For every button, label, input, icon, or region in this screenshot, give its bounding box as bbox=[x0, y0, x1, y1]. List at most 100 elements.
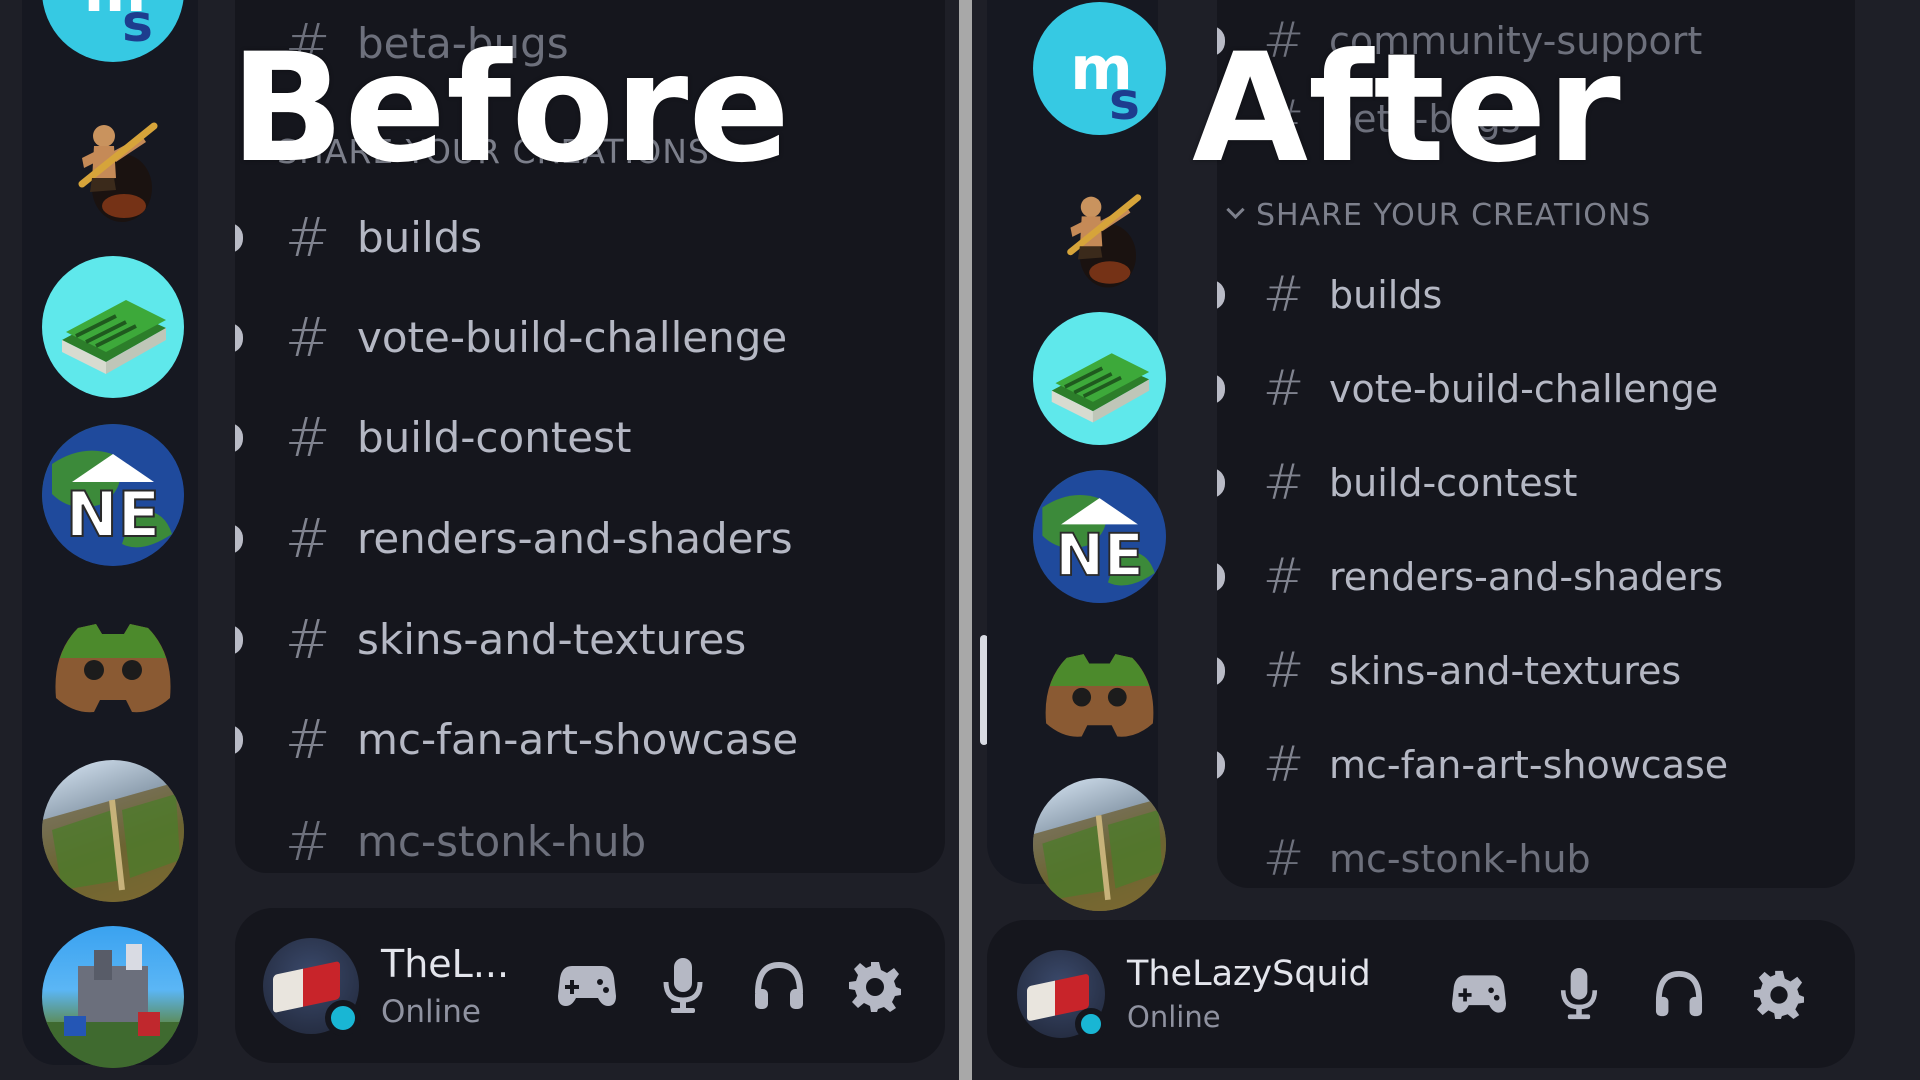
server-icon-ms[interactable]: m s bbox=[1033, 2, 1166, 135]
server-icon-book[interactable] bbox=[1033, 312, 1166, 445]
server-icon-castle[interactable] bbox=[42, 926, 184, 1068]
activity-button[interactable] bbox=[539, 938, 635, 1034]
unread-indicator bbox=[1217, 561, 1225, 592]
channel-build-contest[interactable]: # build-contest bbox=[235, 406, 632, 469]
channel-vote-build-challenge[interactable]: # vote-build-challenge bbox=[235, 306, 787, 369]
hash-icon: # bbox=[1263, 642, 1305, 699]
climber-icon bbox=[78, 122, 158, 222]
before-label: Before bbox=[230, 22, 791, 196]
svg-text:NE: NE bbox=[1055, 521, 1143, 589]
user-info[interactable]: TheL... Online bbox=[381, 942, 509, 1030]
before-panel: m s bbox=[0, 0, 959, 1080]
farm-icon bbox=[42, 780, 184, 902]
hash-icon: # bbox=[285, 507, 331, 570]
ne-logo-icon: NE bbox=[1033, 470, 1166, 603]
channel-name: mc-fan-art-showcase bbox=[357, 715, 799, 764]
channel-renders-and-shaders[interactable]: # renders-and-shaders bbox=[1217, 548, 1723, 605]
category-label: SHARE YOUR CREATIONS bbox=[1256, 198, 1652, 233]
mute-button[interactable] bbox=[1529, 944, 1629, 1044]
book-icon bbox=[1051, 353, 1150, 423]
hash-icon: # bbox=[285, 708, 331, 771]
avatar[interactable] bbox=[263, 937, 361, 1036]
status-online-icon bbox=[1075, 1008, 1107, 1040]
channel-vote-build-challenge[interactable]: # vote-build-challenge bbox=[1217, 360, 1718, 417]
discord-grass-icon bbox=[55, 624, 171, 713]
unread-indicator bbox=[1217, 279, 1225, 310]
gamepad-icon bbox=[1452, 975, 1506, 1013]
channel-mc-fan-art-showcase[interactable]: # mc-fan-art-showcase bbox=[235, 708, 798, 771]
user-panel: TheL... Online bbox=[235, 908, 945, 1063]
channel-mc-fan-art-showcase[interactable]: # mc-fan-art-showcase bbox=[1217, 736, 1728, 793]
settings-button[interactable] bbox=[1729, 944, 1829, 1044]
unread-indicator bbox=[235, 724, 243, 755]
hash-icon: # bbox=[285, 306, 331, 369]
unread-indicator bbox=[235, 322, 243, 353]
after-panel: m s NE After # community-support # beta-… bbox=[972, 0, 1920, 1080]
channel-name: mc-stonk-hub bbox=[1329, 836, 1591, 881]
channel-renders-and-shaders[interactable]: # renders-and-shaders bbox=[235, 507, 793, 570]
server-icon-farm[interactable] bbox=[1033, 778, 1166, 911]
hash-icon: # bbox=[1263, 548, 1305, 605]
server-icon-discord-grass[interactable] bbox=[42, 594, 184, 736]
hash-icon: # bbox=[285, 406, 331, 469]
channel-builds[interactable]: # builds bbox=[1217, 266, 1442, 323]
after-label: After bbox=[1192, 22, 1621, 196]
server-icon-book[interactable] bbox=[42, 256, 184, 398]
channel-name: mc-fan-art-showcase bbox=[1329, 742, 1729, 787]
headphones-icon bbox=[755, 961, 803, 1009]
deafen-button[interactable] bbox=[1629, 944, 1729, 1044]
unread-indicator bbox=[1217, 373, 1225, 404]
channel-skins-and-textures[interactable]: # skins-and-textures bbox=[1217, 642, 1681, 699]
server-list: m s bbox=[22, 0, 198, 1068]
server-icon-climber[interactable] bbox=[42, 88, 184, 230]
unread-indicator bbox=[235, 222, 243, 253]
status-online-icon bbox=[325, 999, 361, 1036]
book-icon bbox=[62, 300, 166, 374]
user-info[interactable]: TheLazySquid Online bbox=[1127, 954, 1371, 1034]
server-icon-ms[interactable]: m s bbox=[42, 0, 184, 62]
channel-name: builds bbox=[357, 213, 483, 262]
channel-mc-stonk-hub[interactable]: # mc-stonk-hub bbox=[235, 810, 646, 873]
server-icon-ne[interactable]: NE bbox=[1033, 470, 1166, 603]
avatar[interactable] bbox=[1017, 950, 1107, 1040]
hash-icon: # bbox=[1263, 830, 1305, 887]
hash-icon: # bbox=[285, 608, 331, 671]
user-controls bbox=[1429, 944, 1829, 1044]
unread-indicator bbox=[1217, 467, 1225, 498]
mute-button[interactable] bbox=[635, 938, 731, 1034]
comparison-divider bbox=[959, 0, 972, 1080]
channel-name: skins-and-textures bbox=[1329, 648, 1682, 693]
deafen-button[interactable] bbox=[731, 938, 827, 1034]
farm-icon bbox=[1033, 796, 1166, 911]
chevron-down-icon bbox=[1226, 200, 1245, 220]
server-icon-ne[interactable]: NE bbox=[42, 424, 184, 566]
server-icon-climber[interactable] bbox=[1033, 162, 1166, 295]
channel-name: skins-and-textures bbox=[357, 615, 747, 664]
channel-name: builds bbox=[1329, 272, 1443, 317]
category-share-your-creations[interactable]: SHARE YOUR CREATIONS bbox=[1217, 198, 1651, 233]
gear-icon bbox=[849, 961, 901, 1012]
channel-name: vote-build-challenge bbox=[1329, 366, 1719, 411]
channel-skins-and-textures[interactable]: # skins-and-textures bbox=[235, 608, 746, 671]
server-icon-farm[interactable] bbox=[42, 760, 184, 902]
channel-name: build-contest bbox=[1329, 460, 1578, 505]
channel-builds[interactable]: # builds bbox=[235, 206, 482, 269]
gear-icon bbox=[1754, 970, 1804, 1019]
server-icon-discord-grass[interactable] bbox=[1033, 626, 1166, 759]
activity-button[interactable] bbox=[1429, 944, 1529, 1044]
user-controls bbox=[539, 938, 923, 1034]
channel-build-contest[interactable]: # build-contest bbox=[1217, 454, 1577, 511]
server-list: m s bbox=[987, 0, 1166, 911]
channel-name: mc-stonk-hub bbox=[357, 817, 647, 866]
microphone-icon bbox=[1560, 968, 1598, 1020]
discord-grass-icon bbox=[1045, 654, 1154, 737]
unread-indicator bbox=[235, 624, 243, 655]
username: TheL... bbox=[381, 941, 510, 986]
channel-mc-stonk-hub[interactable]: # mc-stonk-hub bbox=[1217, 830, 1591, 887]
username: TheLazySquid bbox=[1127, 954, 1371, 994]
ne-logo-icon: NE bbox=[42, 424, 184, 566]
unread-indicator bbox=[235, 422, 243, 453]
settings-button[interactable] bbox=[827, 938, 923, 1034]
user-panel: TheLazySquid Online bbox=[987, 920, 1855, 1068]
channel-name: renders-and-shaders bbox=[357, 514, 793, 563]
